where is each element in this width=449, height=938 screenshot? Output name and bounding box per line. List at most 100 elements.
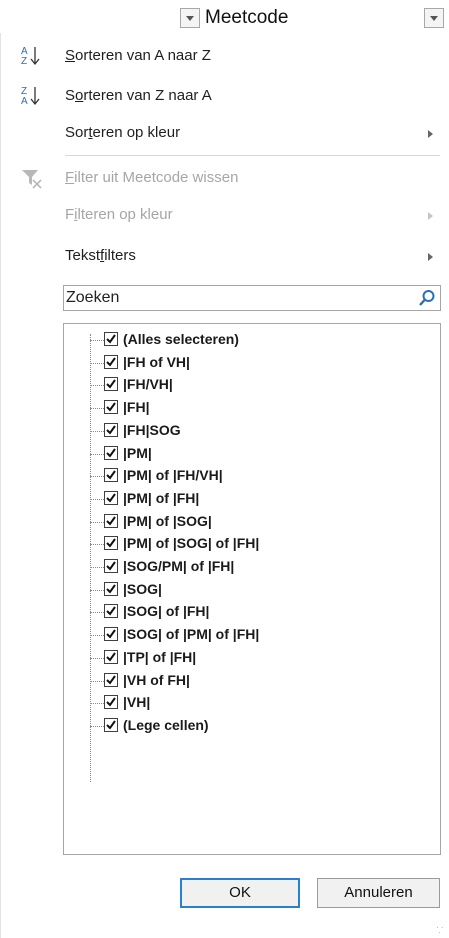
checkbox[interactable]	[104, 604, 118, 619]
checkmark-icon	[106, 652, 116, 662]
checklist-item[interactable]: |SOG/PM| of |FH|	[90, 556, 430, 578]
menu-item-sort-za[interactable]: Z A Sorteren van Z naar A	[10, 78, 440, 114]
checkmark-icon	[106, 629, 116, 639]
checklist-item[interactable]: |VH of FH|	[90, 670, 430, 692]
checkbox[interactable]	[104, 490, 118, 505]
resize-grip-icon[interactable]: · · ·	[436, 924, 446, 937]
checklist-item[interactable]: |FH|SOG	[90, 420, 430, 442]
checkbox[interactable]	[104, 536, 118, 551]
checkmark-icon	[106, 334, 116, 344]
chevron-right-icon	[428, 253, 433, 261]
tree-connector	[90, 703, 104, 705]
checklist-item-label: |FH|SOG	[123, 421, 181, 438]
menu-separator	[65, 155, 440, 156]
ok-button[interactable]: OK	[180, 878, 300, 908]
chevron-right-icon	[428, 130, 433, 138]
column-title: Meetcode	[205, 7, 289, 28]
cancel-button[interactable]: Annuleren	[317, 878, 440, 908]
checkmark-icon	[106, 584, 116, 594]
checkmark-icon	[106, 447, 116, 458]
checkmark-icon	[106, 538, 116, 548]
checklist-item[interactable]: |PM| of |FH/VH|	[90, 465, 430, 487]
column-filter-button[interactable]	[424, 8, 444, 28]
checklist-item-label: |SOG/PM| of |FH|	[123, 558, 235, 574]
menu-item-filter-by-color: Filteren op kleur	[10, 197, 440, 233]
checkmark-icon	[106, 606, 116, 616]
chevron-down-icon	[186, 16, 194, 21]
checkbox[interactable]	[104, 581, 118, 596]
search-icon[interactable]	[418, 289, 436, 307]
checkbox[interactable]	[104, 695, 118, 710]
checklist-item[interactable]: (Alles selecteren)	[90, 329, 430, 351]
checklist-item[interactable]: |FH/VH|	[90, 374, 430, 396]
checkbox[interactable]	[104, 468, 118, 483]
checklist-item[interactable]: |VH|	[90, 692, 430, 714]
tree-connector	[90, 612, 104, 614]
column-dropdown-button[interactable]	[180, 8, 200, 28]
search-box	[63, 285, 441, 311]
checklist-item[interactable]: |PM| of |SOG| of |FH|	[90, 533, 430, 555]
checkmark-icon	[106, 516, 116, 526]
checkmark-icon	[106, 697, 116, 707]
checklist-item[interactable]: |SOG| of |FH|	[90, 601, 430, 623]
checkmark-icon	[106, 674, 116, 685]
checklist-item[interactable]: |FH of VH|	[90, 352, 430, 374]
checklist-item[interactable]: |SOG| of |PM| of |FH|	[90, 624, 430, 646]
svg-text:Z: Z	[21, 56, 27, 67]
sort-za-label: Sorteren van Z naar A	[65, 87, 212, 104]
checkbox[interactable]	[104, 445, 118, 460]
checklist-item-label: |SOG| of |FH|	[123, 603, 210, 620]
tree-connector	[90, 680, 104, 682]
filter-by-color-label: Filteren op kleur	[65, 206, 173, 223]
search-input[interactable]	[66, 287, 396, 309]
checklist-item[interactable]: |TP| of |FH|	[90, 647, 430, 669]
menu-item-clear-filter: Filter uit Meetcode wissen	[10, 160, 440, 196]
sort-az-label: Sorteren van A naar Z	[65, 47, 211, 64]
checklist-item-label: |PM| of |FH|	[123, 489, 200, 506]
sort-by-color-label: Sorteren op kleur	[65, 124, 181, 141]
checkbox[interactable]	[104, 354, 118, 369]
tree-connector	[90, 362, 104, 364]
checklist-item-label: |PM| of |SOG| of |FH|	[123, 535, 260, 552]
checklist-item-label: |PM|	[123, 444, 152, 461]
chevron-down-icon	[430, 16, 438, 21]
checklist-item[interactable]: |FH|	[90, 397, 430, 419]
checklist-item[interactable]: |PM| of |SOG|	[90, 511, 430, 533]
tree-connector	[90, 544, 104, 546]
checkbox[interactable]	[104, 627, 118, 642]
checkbox[interactable]	[104, 513, 118, 528]
checklist-item-label: |FH/VH|	[123, 376, 173, 393]
checklist-item-label: (Lege cellen)	[123, 716, 209, 733]
checkbox[interactable]	[104, 717, 118, 732]
checkmark-icon	[106, 425, 116, 435]
checklist-item[interactable]: (Lege cellen)	[90, 715, 430, 737]
checkbox[interactable]	[104, 649, 118, 664]
checkbox[interactable]	[104, 422, 118, 437]
checkbox[interactable]	[104, 332, 118, 346]
checkbox[interactable]	[104, 672, 118, 687]
checkbox[interactable]	[104, 377, 118, 392]
tree-connector	[90, 589, 104, 591]
checklist-item-label: |PM| of |SOG|	[123, 512, 212, 529]
checklist-item-label: |VH of FH|	[123, 671, 190, 688]
checkmark-icon	[106, 402, 116, 412]
checkmark-icon	[106, 720, 116, 730]
checkmark-icon	[106, 561, 116, 571]
checklist-item[interactable]: |SOG|	[90, 579, 430, 601]
tree-connector	[90, 385, 104, 387]
checklist-item-label: (Alles selecteren)	[123, 331, 239, 347]
menu-item-sort-by-color[interactable]: Sorteren op kleur	[10, 115, 440, 151]
checklist-item-label: |TP| of |FH|	[123, 648, 197, 665]
checklist-item[interactable]: |PM| of |FH|	[90, 488, 430, 510]
tree-connector	[90, 635, 104, 637]
checkbox[interactable]	[104, 400, 118, 415]
checkmark-icon	[106, 379, 116, 389]
menu-item-text-filters[interactable]: Tekstfilters	[10, 238, 440, 274]
checklist-item[interactable]: |PM|	[90, 443, 430, 465]
tree-connector	[90, 498, 104, 500]
column-header-strip: Meetcode	[0, 0, 449, 30]
tree-connector	[90, 657, 104, 659]
sort-ascending-icon: A Z	[20, 38, 46, 74]
checkbox[interactable]	[104, 559, 118, 573]
menu-item-sort-az[interactable]: A Z Sorteren van A naar Z	[10, 38, 440, 74]
